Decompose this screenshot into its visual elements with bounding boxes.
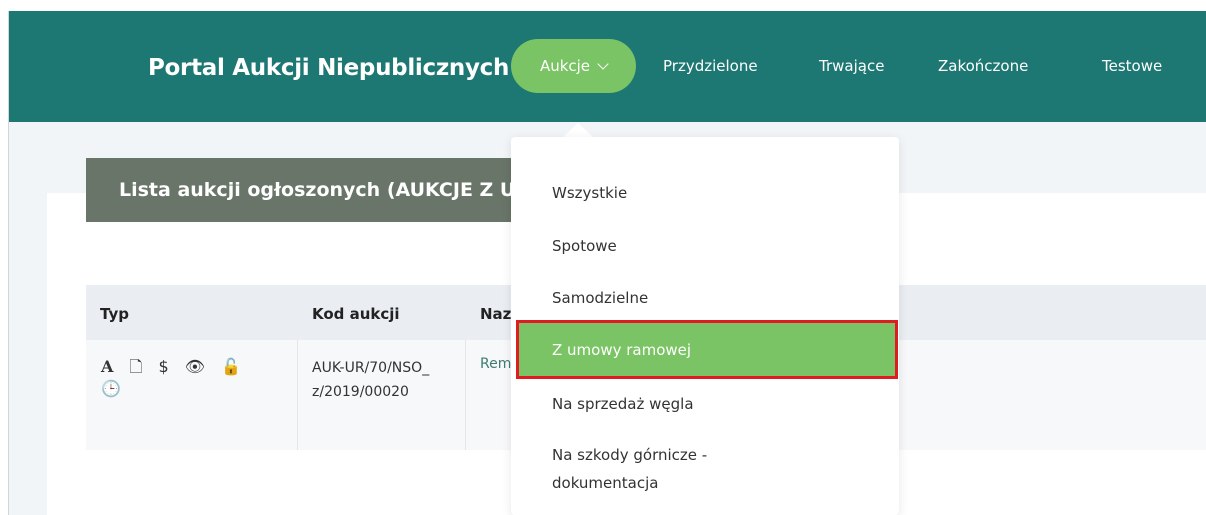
column-header-typ[interactable]: Typ — [100, 305, 129, 323]
nav-przydzielone[interactable]: Przydzielone — [663, 57, 758, 75]
auction-name-link[interactable]: Rem — [480, 356, 511, 372]
dropdown-item-na-szkody-gornicze[interactable]: Na szkody górnicze - dokumentacja — [511, 441, 771, 511]
unlock-icon: 🔓 — [221, 357, 242, 376]
nav-aukcje-dropdown-toggle[interactable]: Aukcje — [511, 39, 636, 93]
dropdown-item-samodzielne[interactable]: Samodzielne — [511, 272, 899, 324]
dropdown-item-wszystkie[interactable]: Wszystkie — [511, 167, 899, 219]
type-icons: A 🗋 $ 👁 🔓 🕒 — [101, 356, 276, 400]
auction-type-a-icon: A — [101, 357, 114, 376]
document-icon: 🗋 — [129, 357, 143, 376]
cell-divider — [465, 340, 466, 450]
dropdown-item-z-umowy-ramowej[interactable]: Z umowy ramowej — [516, 320, 898, 379]
column-header-kod-aukcji[interactable]: Kod aukcji — [312, 305, 400, 323]
nav-aukcje-label: Aukcje — [539, 57, 591, 75]
chevron-down-icon — [597, 58, 609, 70]
clock-icon: 🕒 — [101, 379, 121, 398]
dropdown-item-na-sprzedaz-wegla[interactable]: Na sprzedaż węgla — [511, 378, 899, 430]
top-navbar: Portal Aukcji Niepublicznych Aukcje Przy… — [9, 11, 1206, 122]
aukcje-dropdown-menu: Wszystkie Spotowe Samodzielne Z umowy ra… — [511, 137, 899, 515]
eye-slash-icon: 👁 — [184, 357, 206, 376]
dropdown-caret — [563, 123, 593, 137]
left-border — [0, 11, 9, 515]
top-strip — [0, 0, 1206, 11]
portal-title[interactable]: Portal Aukcji Niepublicznych — [148, 55, 509, 81]
nav-trwajace[interactable]: Trwające — [819, 57, 884, 75]
auction-code: AUK-UR/70/NSO_z/2019/00020 — [312, 360, 430, 400]
column-header-nazwa[interactable]: Naz — [480, 305, 511, 323]
nav-zakonczone[interactable]: Zakończone — [938, 57, 1028, 75]
nav-testowe[interactable]: Testowe — [1102, 57, 1162, 75]
dropdown-item-spotowe[interactable]: Spotowe — [511, 220, 899, 272]
cell-divider — [297, 340, 298, 450]
dollar-icon: $ — [158, 357, 169, 376]
page-title: Lista aukcji ogłoszonych (AUKCJE Z U — [86, 158, 512, 222]
